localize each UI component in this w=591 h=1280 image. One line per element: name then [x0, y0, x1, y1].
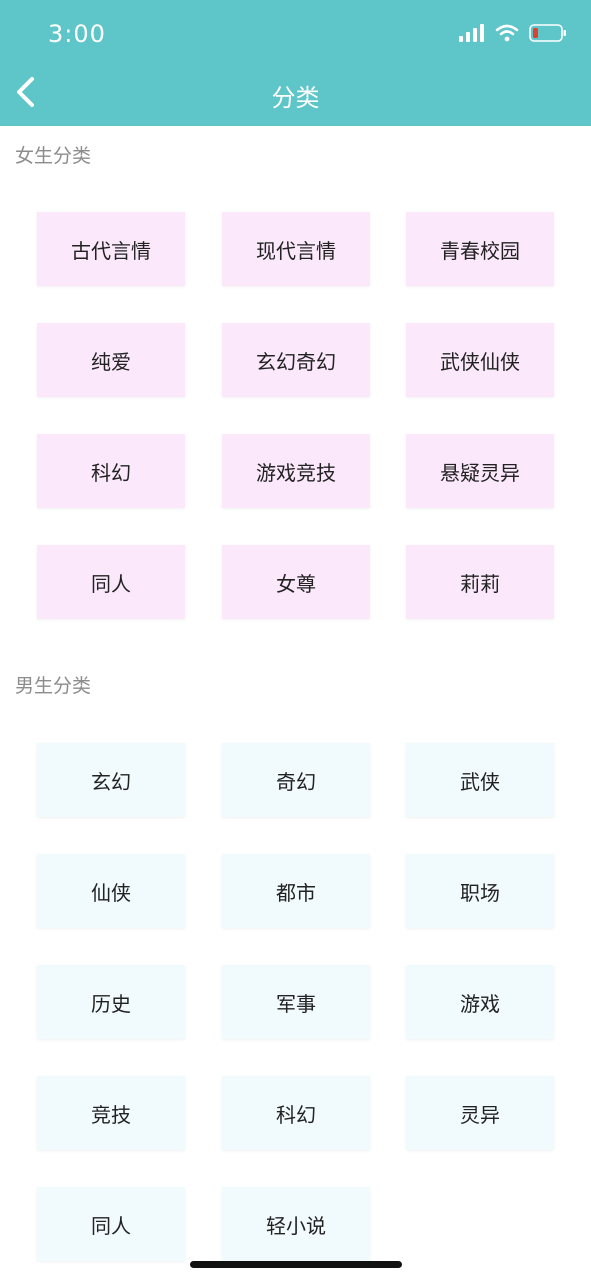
category-tile[interactable]: 轻小说 — [222, 1187, 370, 1261]
male-section-title: 男生分类 — [15, 675, 92, 697]
category-tile[interactable]: 游戏竞技 — [222, 434, 370, 508]
category-tile[interactable]: 悬疑灵异 — [406, 434, 554, 508]
category-tile[interactable]: 科幻 — [37, 434, 185, 508]
home-indicator[interactable] — [190, 1261, 402, 1268]
battery-low-icon — [529, 23, 567, 47]
status-time: 3:00 — [48, 20, 106, 48]
category-tile[interactable]: 仙侠 — [37, 854, 185, 928]
category-tile[interactable]: 奇幻 — [222, 743, 370, 817]
category-tile[interactable]: 玄幻奇幻 — [222, 323, 370, 397]
category-tile[interactable]: 武侠 — [406, 743, 554, 817]
category-tile[interactable]: 同人 — [37, 545, 185, 619]
top-header: 3:00 分类 — [0, 0, 591, 126]
category-tile[interactable]: 同人 — [37, 1187, 185, 1261]
category-tile[interactable]: 女尊 — [222, 545, 370, 619]
wifi-icon — [495, 24, 519, 46]
category-tile[interactable]: 灵异 — [406, 1076, 554, 1150]
category-tile[interactable]: 古代言情 — [37, 212, 185, 286]
category-tile[interactable]: 军事 — [222, 965, 370, 1039]
category-tile[interactable]: 科幻 — [222, 1076, 370, 1150]
female-section-title: 女生分类 — [15, 145, 92, 167]
page-title: 分类 — [271, 84, 320, 112]
category-tile[interactable]: 青春校园 — [406, 212, 554, 286]
category-tile[interactable]: 职场 — [406, 854, 554, 928]
category-tile[interactable]: 游戏 — [406, 965, 554, 1039]
category-tile[interactable]: 武侠仙侠 — [406, 323, 554, 397]
category-tile[interactable]: 都市 — [222, 854, 370, 928]
status-icons — [459, 22, 567, 48]
category-tile[interactable]: 竞技 — [37, 1076, 185, 1150]
category-tile[interactable]: 玄幻 — [37, 743, 185, 817]
category-tile[interactable]: 纯爱 — [37, 323, 185, 397]
category-tile[interactable]: 现代言情 — [222, 212, 370, 286]
category-tile[interactable]: 历史 — [37, 965, 185, 1039]
signal-icon — [459, 24, 485, 46]
category-tile[interactable]: 莉莉 — [406, 545, 554, 619]
